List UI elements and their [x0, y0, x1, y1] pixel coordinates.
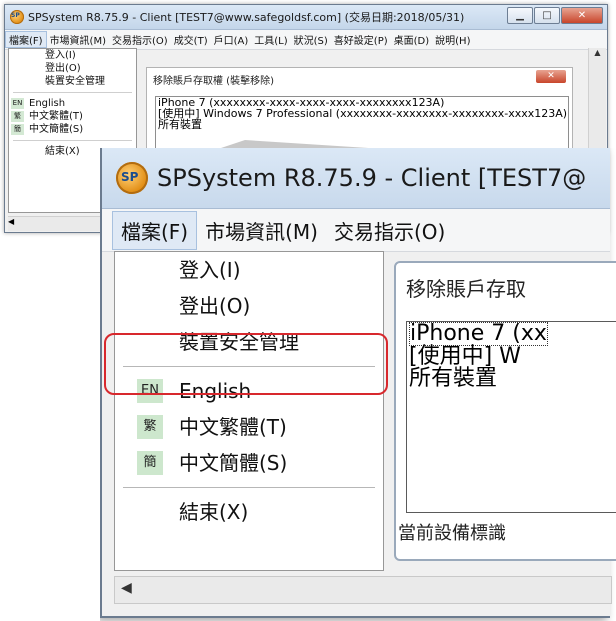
menu-file[interactable]: 檔案(F) — [112, 210, 198, 250]
menu-item-trad-chinese-label: 中文繁體(T) — [179, 415, 287, 439]
zoom-panel-title: 移除賬戶存取 — [406, 277, 526, 301]
zoom-title-bar: SPSystem R8.75.9 - Client [TEST7@ — [102, 148, 610, 209]
zoom-window-title: SPSystem R8.75.9 - Client [TEST7@ — [157, 164, 587, 192]
trad-chinese-lang-icon: 繁 — [137, 415, 163, 439]
zoom-file-menu-dropdown: 登入(I) 登出(O) 裝置安全管理 EN English 繁中文繁體(T) 簡中… — [114, 251, 384, 571]
menu-item-trad-chinese[interactable]: 繁中文繁體(T) — [115, 409, 383, 445]
menu-item-logout[interactable]: 登出(O) — [115, 288, 383, 324]
scroll-left-icon[interactable]: ◀ — [121, 580, 132, 596]
menu-item-simp-chinese-label: 中文簡體(S) — [179, 451, 288, 475]
highlight-box — [104, 333, 388, 395]
simp-chinese-lang-icon: 簡 — [137, 451, 163, 475]
menu-market-info[interactable]: 市場資訊(M) — [197, 216, 326, 245]
app-logo-icon — [116, 162, 148, 194]
zoom-horizontal-scrollbar[interactable]: ◀ — [114, 576, 612, 604]
list-item[interactable]: iPhone 7 (xx — [407, 322, 616, 346]
menu-item-exit[interactable]: 結束(X) — [115, 494, 383, 530]
list-item[interactable]: [使用中] W — [407, 346, 616, 368]
zoom-device-list: iPhone 7 (xx [使用中] W 所有裝置 — [406, 321, 616, 513]
list-item-label: iPhone 7 (xx — [409, 321, 548, 346]
zoom-remove-access-panel: 移除賬戶存取 iPhone 7 (xx [使用中] W 所有裝置 當前設備標識 — [394, 261, 616, 561]
menu-item-login[interactable]: 登入(I) — [115, 252, 383, 288]
current-device-id-label: 當前設備標識 — [398, 523, 506, 544]
zoom-menu-bar: 檔案(F) 市場資訊(M) 交易指示(O) — [102, 209, 610, 252]
menu-orders[interactable]: 交易指示(O) — [326, 216, 453, 245]
list-item[interactable]: 所有裝置 — [407, 368, 616, 390]
menu-separator — [123, 487, 375, 488]
menu-item-simp-chinese[interactable]: 簡中文簡體(S) — [115, 445, 383, 481]
